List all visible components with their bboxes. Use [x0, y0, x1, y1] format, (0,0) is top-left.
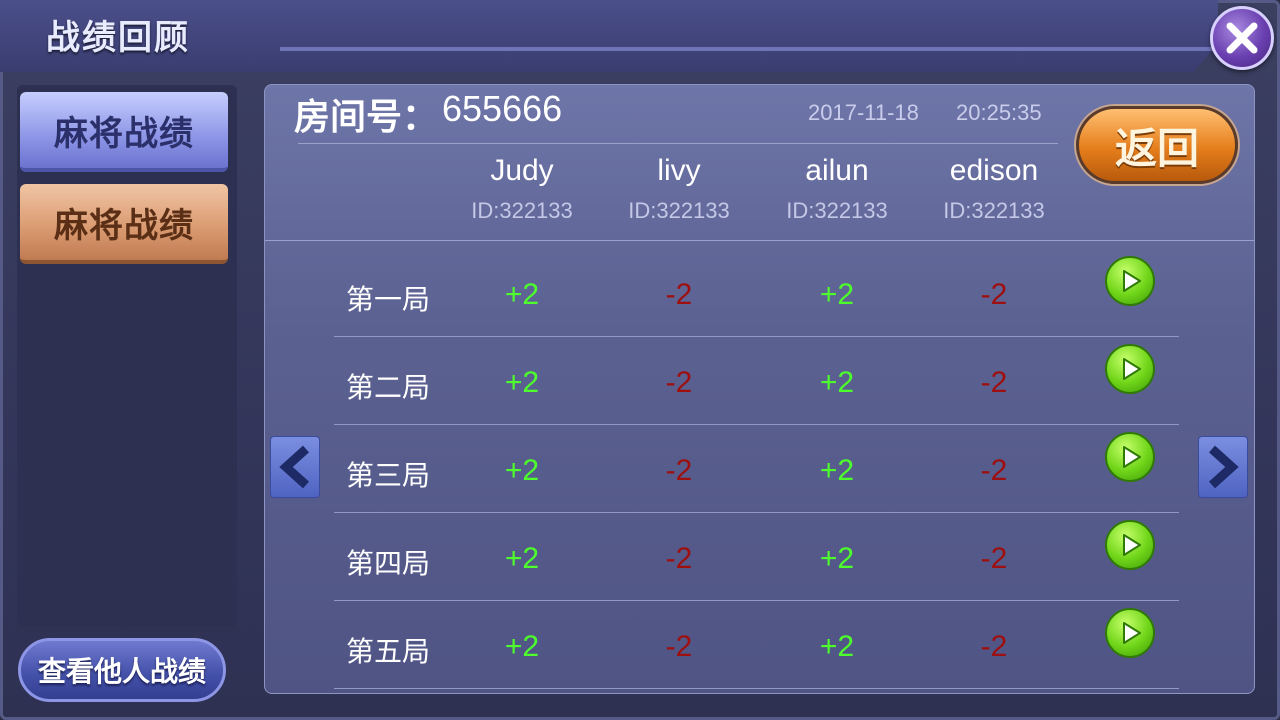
player-column-edison: edison ID:322133	[919, 154, 1069, 224]
room-number: 655666	[442, 88, 563, 129]
round-row-3: 第三局 +2 -2 +2 -2	[334, 424, 1179, 513]
round-row-1: 第一局 +2 -2 +2 -2	[334, 248, 1179, 337]
score-livy: -2	[665, 278, 693, 311]
tab-mahjong-record-2[interactable]: 麻将战绩	[20, 184, 228, 264]
score-judy: +2	[504, 630, 540, 663]
player-column-livy: livy ID:322133	[604, 154, 754, 224]
replay-button[interactable]	[1105, 256, 1155, 306]
play-icon	[1123, 446, 1141, 468]
score-livy: -2	[665, 366, 693, 399]
replay-button[interactable]	[1105, 608, 1155, 658]
player-name: edison	[949, 154, 1039, 187]
score-ailun: +2	[819, 366, 855, 399]
title-bar-strip	[280, 47, 1215, 51]
table-header-divider	[265, 240, 1254, 241]
score-edison: -2	[980, 630, 1008, 663]
previous-page-button[interactable]	[270, 436, 320, 498]
chevron-right-icon	[1208, 445, 1239, 489]
round-label: 第四局	[346, 547, 431, 580]
close-icon	[1226, 22, 1258, 54]
score-ailun: +2	[819, 630, 855, 663]
return-button[interactable]: 返回	[1076, 106, 1238, 184]
round-label: 第一局	[346, 283, 431, 316]
player-id: ID:322133	[786, 198, 888, 223]
score-judy: +2	[504, 542, 540, 575]
round-label: 第三局	[346, 459, 431, 492]
view-others-record-button[interactable]: 查看他人战绩	[18, 638, 226, 702]
score-judy: +2	[504, 454, 540, 487]
play-icon	[1123, 534, 1141, 556]
close-button[interactable]	[1210, 6, 1274, 70]
score-edison: -2	[980, 542, 1008, 575]
player-id: ID:322133	[628, 198, 730, 223]
play-icon	[1123, 270, 1141, 292]
player-column-judy: Judy ID:322133	[447, 154, 597, 224]
score-livy: -2	[665, 630, 693, 663]
player-name: livy	[657, 154, 701, 187]
score-ailun: +2	[819, 454, 855, 487]
play-icon	[1123, 622, 1141, 644]
play-icon	[1123, 358, 1141, 380]
round-label: 第二局	[346, 371, 431, 404]
player-column-ailun: ailun ID:322133	[762, 154, 912, 224]
round-row-5: 第五局 +2 -2 +2 -2	[334, 600, 1179, 689]
score-judy: +2	[504, 366, 540, 399]
score-livy: -2	[665, 454, 693, 487]
next-page-button[interactable]	[1198, 436, 1248, 498]
round-label: 第五局	[346, 635, 431, 668]
score-livy: -2	[665, 542, 693, 575]
page-title: 战绩回顾	[46, 18, 190, 58]
room-label: 房间号：	[294, 97, 439, 138]
player-id: ID:322133	[471, 198, 573, 223]
score-edison: -2	[980, 454, 1008, 487]
record-date: 2017-11-18	[808, 100, 919, 125]
score-edison: -2	[980, 278, 1008, 311]
score-ailun: +2	[819, 278, 855, 311]
replay-button[interactable]	[1105, 432, 1155, 482]
player-name: ailun	[805, 154, 869, 187]
record-time: 20:25:35	[956, 100, 1042, 125]
chevron-left-icon	[279, 445, 310, 489]
player-name: Judy	[490, 154, 554, 187]
score-edison: -2	[980, 366, 1008, 399]
replay-button[interactable]	[1105, 520, 1155, 570]
score-ailun: +2	[819, 542, 855, 575]
score-judy: +2	[504, 278, 540, 311]
header-divider	[298, 143, 1058, 144]
player-id: ID:322133	[943, 198, 1045, 223]
round-row-4: 第四局 +2 -2 +2 -2	[334, 512, 1179, 601]
round-row-2: 第二局 +2 -2 +2 -2	[334, 336, 1179, 425]
tab-mahjong-record[interactable]: 麻将战绩	[20, 92, 228, 172]
replay-button[interactable]	[1105, 344, 1155, 394]
